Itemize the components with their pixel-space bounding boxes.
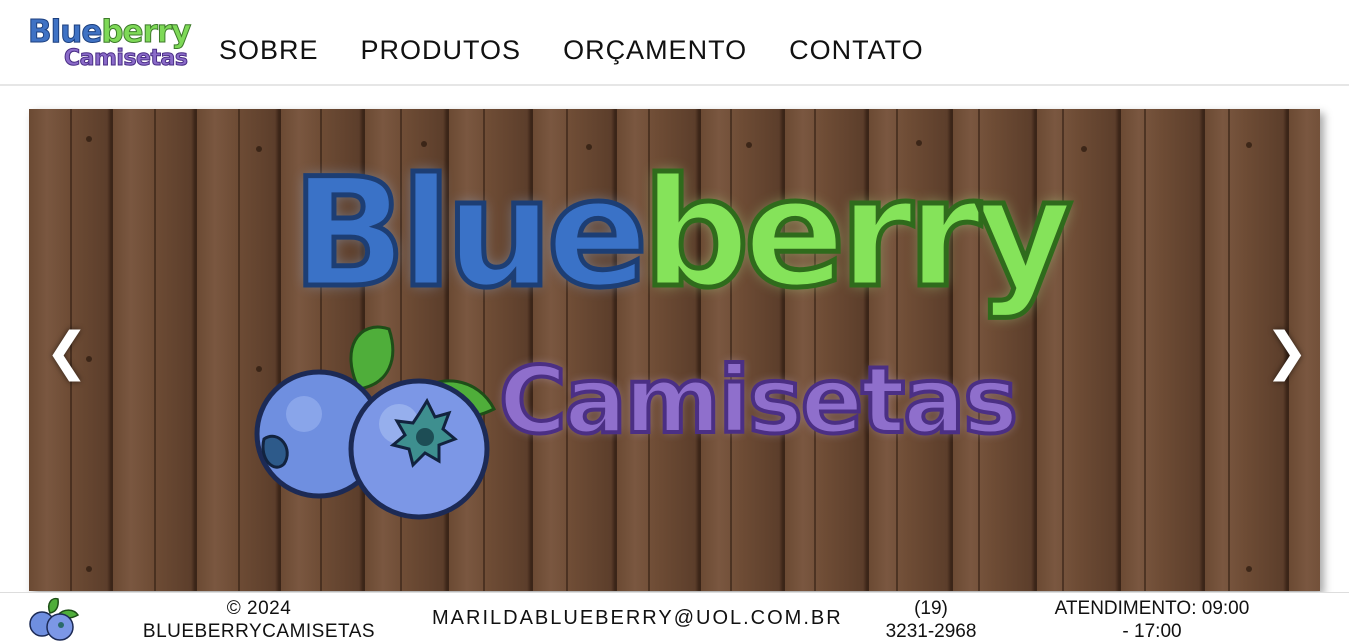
hero-subtitle: Camisetas — [497, 345, 1020, 456]
hours-line-1: ATENDIMENTO: 09:00 — [1054, 598, 1250, 619]
next-slide-button[interactable]: ❯ — [1265, 322, 1309, 382]
prev-slide-button[interactable]: ❮ — [45, 322, 89, 382]
phone-number: 3231-2968 — [885, 621, 977, 642]
hero-title-green: berry — [640, 147, 1076, 322]
site-footer: © 2024 BLUEBERRYCAMISETAS MARILDABLUEBER… — [0, 592, 1349, 643]
hero-title: Blueberry — [289, 147, 1076, 322]
footer-phone: (19) 3231-2968 — [870, 597, 992, 643]
logo-subtitle: Camisetas — [63, 46, 188, 72]
footer-copyright: © 2024 BLUEBERRYCAMISETAS — [130, 597, 388, 643]
blueberry-icon — [29, 597, 80, 641]
site-header: Blueberry Camisetas SOBRE PRODUTOS ORÇAM… — [0, 0, 1349, 86]
hero-logo: Blueberry Camisetas — [29, 109, 1320, 591]
footer-email-link[interactable]: MARILDABLUEBERRY@UOL.COM.BR — [432, 607, 841, 630]
footer-hours: ATENDIMENTO: 09:00 - 17:00 — [1038, 597, 1266, 643]
logo-word-blue: Blue — [27, 14, 102, 51]
nav-item-produtos[interactable]: PRODUTOS — [361, 34, 522, 66]
copyright-brand: BLUEBERRYCAMISETAS — [142, 621, 376, 642]
hero-title-blue: Blue — [289, 147, 650, 322]
copyright-year: © 2024 — [226, 598, 292, 619]
blueberry-icon — [254, 325, 497, 520]
nav-item-contato[interactable]: CONTATO — [789, 34, 924, 66]
nav-item-sobre[interactable]: SOBRE — [219, 34, 319, 66]
logo-text: Blueberry — [27, 14, 192, 51]
hours-line-2: - 17:00 — [1122, 621, 1182, 642]
logo-word-green: berry — [101, 14, 192, 51]
nav-item-orcamento[interactable]: ORÇAMENTO — [563, 34, 747, 66]
site-logo[interactable]: Blueberry Camisetas — [27, 12, 191, 74]
main-nav: SOBRE PRODUTOS ORÇAMENTO CONTATO — [219, 34, 966, 66]
phone-area-code: (19) — [914, 598, 948, 619]
hero-slider: Blueberry Camisetas ❮ ❯ — [29, 109, 1320, 591]
